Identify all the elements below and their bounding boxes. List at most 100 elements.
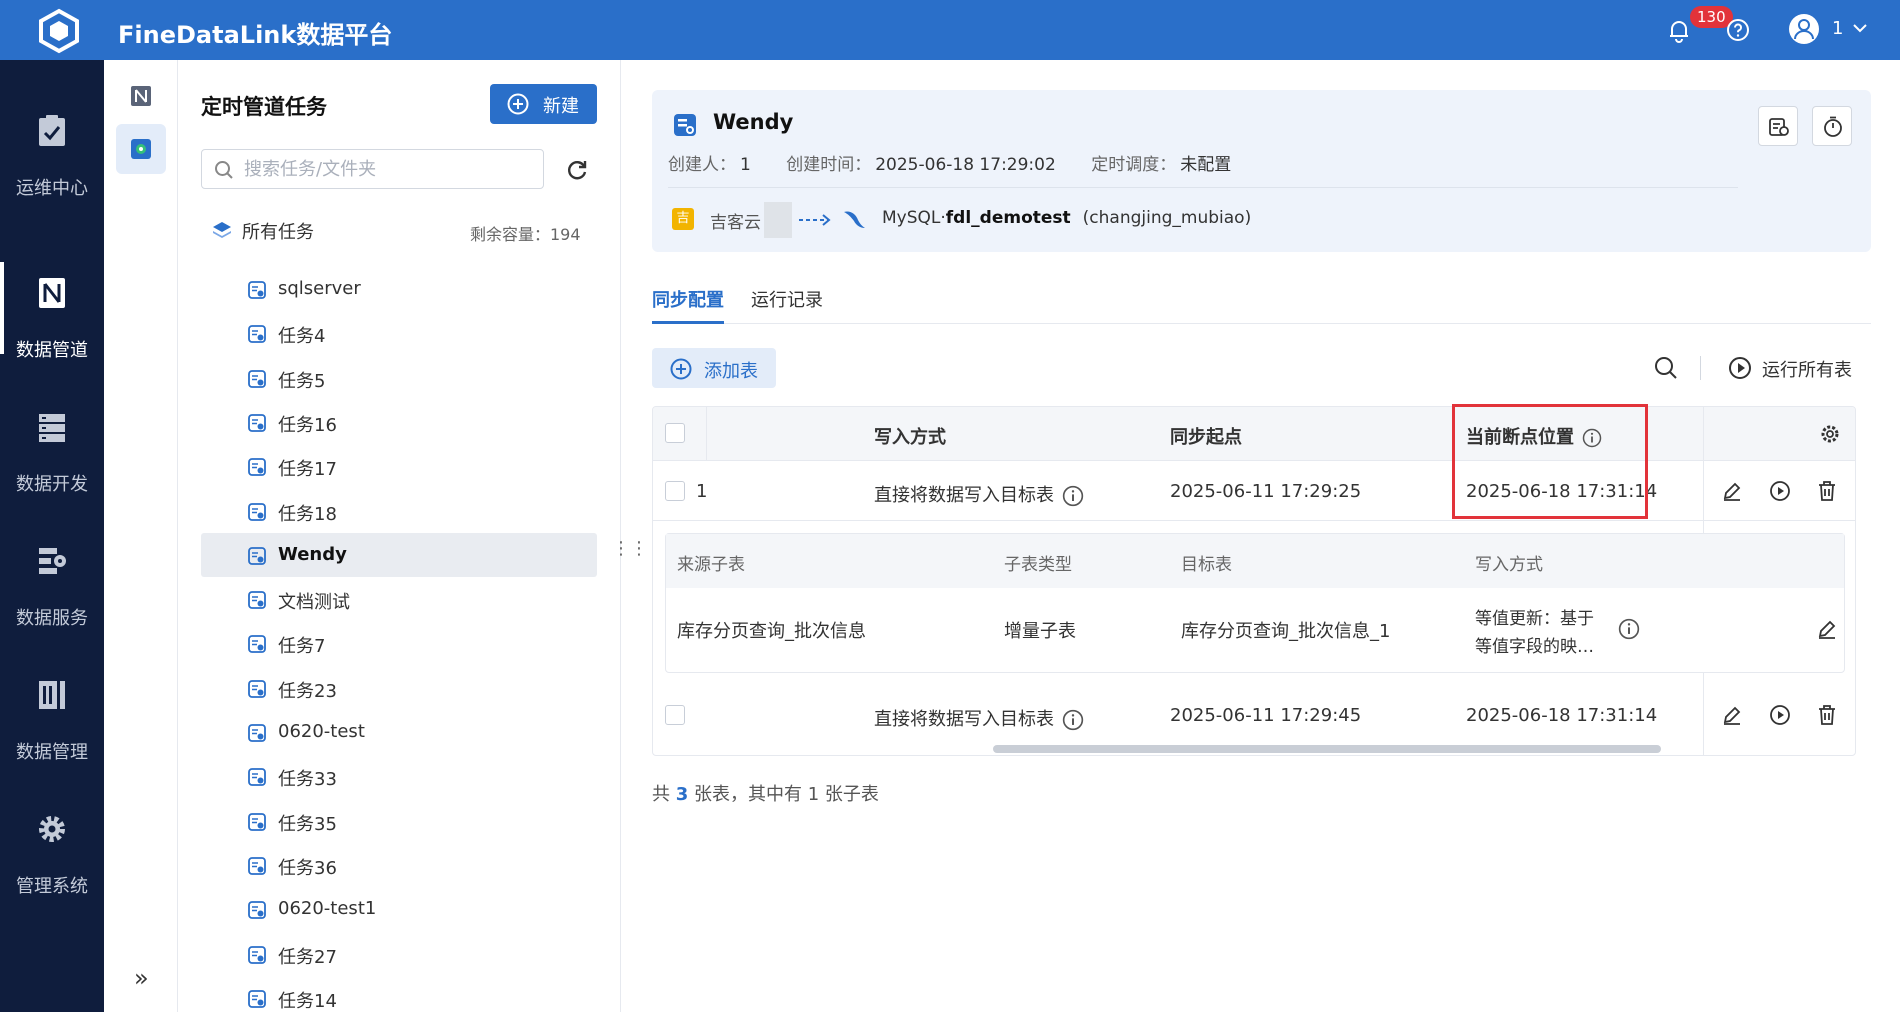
edit-icon[interactable]: [1721, 704, 1743, 726]
info-icon[interactable]: [1062, 485, 1084, 507]
task-file-icon: [248, 901, 266, 920]
schedule-field: 定时调度： 未配置: [1091, 155, 1231, 175]
sub-mode-line1: 等值更新：基于: [1475, 609, 1594, 629]
nav-item-data-dev[interactable]: 数据开发: [0, 410, 104, 530]
scheduled-task-tab[interactable]: [116, 124, 166, 174]
task-item[interactable]: 任务17: [201, 444, 597, 488]
horizontal-scrollbar[interactable]: [993, 745, 1661, 753]
nav-label: 数据服务: [16, 608, 88, 629]
task-file-icon: [248, 768, 266, 787]
task-item[interactable]: 0620-test: [201, 710, 597, 754]
task-item-label: 任务33: [278, 769, 337, 791]
jikeyun-source-icon: 吉: [672, 208, 694, 230]
timer-icon: [1824, 116, 1842, 137]
resize-handle-icon[interactable]: ⋮⋮: [612, 538, 648, 559]
task-item[interactable]: 任务7: [201, 621, 597, 665]
run-icon[interactable]: [1769, 480, 1791, 502]
task-item[interactable]: 任务35: [201, 799, 597, 843]
schedule-button[interactable]: [1812, 106, 1852, 146]
edit-icon[interactable]: [1721, 480, 1743, 502]
info-icon[interactable]: [1062, 709, 1084, 731]
tab-sync-config[interactable]: 同步配置: [652, 286, 724, 324]
delete-icon[interactable]: [1816, 704, 1838, 726]
col-sync-start: 同步起点: [1170, 427, 1242, 448]
task-item[interactable]: sqlserver: [201, 267, 597, 311]
notification-bell-icon[interactable]: [1666, 17, 1692, 43]
column-settings-icon[interactable]: [1819, 423, 1841, 445]
sync-table: 写入方式 同步起点 当前断点位置 1 直接将数据写入目标表 2025-06-11…: [652, 406, 1856, 756]
task-item[interactable]: 任务23: [201, 666, 597, 710]
task-item-label: 任务18: [278, 503, 337, 525]
task-file-icon: [248, 369, 266, 388]
task-item[interactable]: 任务5: [201, 356, 597, 400]
cell-write-mode: 直接将数据写入目标表: [874, 481, 1084, 507]
source-name: 吉客云: [710, 213, 761, 233]
remaining-capacity: 剩余容量：194: [470, 225, 581, 244]
task-item[interactable]: 0620-test1: [201, 887, 597, 931]
search-input[interactable]: [244, 157, 534, 181]
service-icon: [37, 544, 67, 578]
row-checkbox[interactable]: [665, 705, 685, 725]
user-avatar[interactable]: [1789, 14, 1819, 44]
created-label: 创建时间：: [786, 155, 872, 175]
task-item[interactable]: 任务14: [201, 976, 597, 1012]
task-settings-button[interactable]: [1758, 106, 1798, 146]
dest-db: fdl_demotest: [945, 208, 1071, 228]
select-all-checkbox[interactable]: [665, 423, 685, 443]
task-file-icon: [248, 413, 266, 432]
nav-item-admin[interactable]: 管理系统: [0, 812, 104, 932]
table-row[interactable]: 1 直接将数据写入目标表 2025-06-11 17:29:25 2025-06…: [653, 461, 1855, 521]
edit-icon[interactable]: [1816, 618, 1838, 640]
dest-prefix: MySQL·: [882, 208, 946, 228]
schedule-label: 定时调度：: [1091, 155, 1177, 175]
help-icon[interactable]: [1726, 18, 1750, 42]
chevron-down-icon[interactable]: [1852, 22, 1868, 34]
task-item[interactable]: 文档测试: [201, 577, 597, 621]
summary-table-count: 3: [675, 784, 689, 805]
table-search-icon[interactable]: [1654, 356, 1678, 380]
summary-sub-count: 1: [807, 784, 820, 805]
nav-item-data-manage[interactable]: 数据管理: [0, 678, 104, 798]
write-mode-text: 直接将数据写入目标表: [874, 709, 1054, 730]
pipeline-small-icon[interactable]: [130, 85, 152, 107]
task-file-icon: [248, 591, 266, 609]
creator-value: 1: [740, 155, 751, 175]
gear-icon: [37, 812, 67, 846]
scheduled-task-icon: [131, 139, 151, 159]
task-item[interactable]: Wendy: [201, 532, 597, 577]
task-file-icon: [248, 635, 266, 654]
task-item[interactable]: 任务16: [201, 400, 597, 444]
row-checkbox[interactable]: [665, 481, 685, 501]
sub-source: 库存分页查询_批次信息: [677, 621, 866, 642]
task-item[interactable]: 任务27: [201, 932, 597, 976]
sub-table-header: 来源子表 子表类型 目标表 写入方式: [666, 534, 1844, 588]
main-nav: 运维中心 数据管道 数据开发 数据服务 数据管理 管理系统: [0, 60, 104, 1012]
tab-run-history[interactable]: 运行记录: [751, 286, 823, 324]
task-item[interactable]: 任务4: [201, 311, 597, 355]
nav-item-ops-center[interactable]: 运维中心: [0, 114, 104, 234]
add-table-button[interactable]: 添加表: [652, 348, 776, 388]
nav-label: 数据管道: [16, 340, 88, 361]
task-search-box[interactable]: [201, 149, 544, 189]
task-item-label: 任务17: [278, 459, 337, 481]
task-item-label: 任务4: [278, 326, 326, 348]
refresh-icon[interactable]: [565, 158, 589, 182]
run-icon[interactable]: [1769, 704, 1791, 726]
delete-icon[interactable]: [1816, 480, 1838, 502]
user-name[interactable]: 1: [1832, 18, 1843, 39]
cell-sync-start: 2025-06-11 17:29:25: [1170, 481, 1362, 502]
task-item[interactable]: 任务18: [201, 489, 597, 533]
sub-col-mode: 写入方式: [1475, 555, 1543, 575]
expand-sidebar-icon[interactable]: »: [134, 964, 149, 992]
new-task-button[interactable]: 新建: [490, 84, 597, 124]
task-item[interactable]: 任务33: [201, 754, 597, 798]
plus-circle-icon: [670, 358, 692, 380]
app-logo-icon[interactable]: [36, 8, 82, 54]
info-icon[interactable]: [1618, 618, 1640, 640]
task-item[interactable]: 任务36: [201, 843, 597, 887]
task-item-label: 任务36: [278, 857, 337, 879]
nav-item-data-service[interactable]: 数据服务: [0, 544, 104, 664]
table-row[interactable]: 直接将数据写入目标表 2025-06-11 17:29:45 2025-06-1…: [653, 685, 1855, 745]
nav-item-data-pipeline[interactable]: 数据管道: [0, 262, 104, 396]
task-item-label: 任务23: [278, 680, 337, 702]
